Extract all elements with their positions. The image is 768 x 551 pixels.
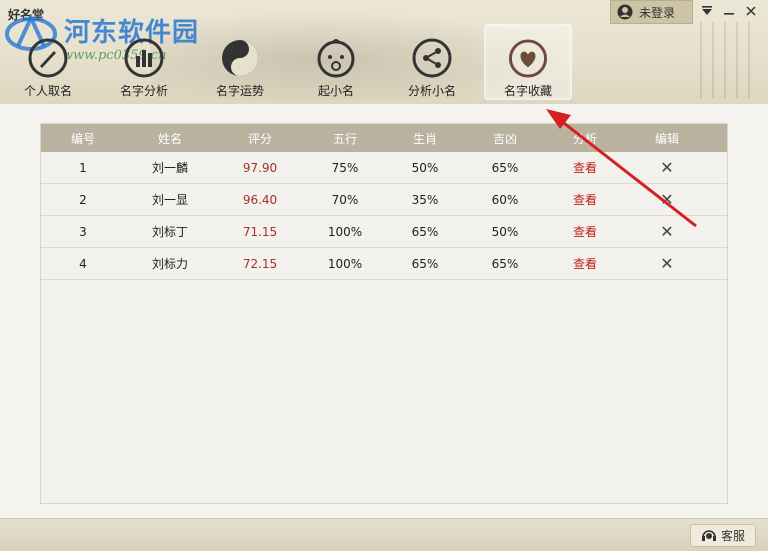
- cell-id: 3: [79, 224, 87, 239]
- headset-icon: [701, 529, 716, 541]
- delete-icon[interactable]: ✕: [660, 190, 673, 209]
- cell-wuxing: 75%: [331, 160, 359, 175]
- nav-label: 名字运势: [215, 84, 264, 98]
- login-label: 未登录: [639, 5, 676, 20]
- table-row: 1 刘一麟 97.90 75% 50% 65% 查看 ✕: [41, 152, 727, 184]
- minimize-button[interactable]: [720, 2, 738, 20]
- heart-icon: [508, 39, 548, 78]
- cell-name: 刘一麟: [151, 161, 188, 175]
- nav-name-fortune[interactable]: 名字运势: [196, 24, 284, 100]
- cell-score: 96.40: [242, 192, 278, 207]
- cell-jixiong: 65%: [491, 160, 519, 175]
- close-window-button[interactable]: [742, 2, 760, 20]
- cell-id: 1: [79, 160, 87, 175]
- service-label: 客服: [720, 529, 745, 543]
- favorites-table: 编号 姓名 评分 五行 生肖 吉凶 分析 编辑 1 刘一麟 97.90 75% …: [40, 123, 728, 504]
- cell-score: 72.15: [242, 256, 278, 271]
- nav-label: 分析小名: [407, 84, 456, 98]
- nav-label: 名字收藏: [503, 84, 552, 98]
- table-row: 2 刘一显 96.40 70% 35% 60% 查看 ✕: [41, 184, 727, 216]
- minimize-icon: [724, 13, 734, 15]
- customer-service-button[interactable]: 客服: [690, 524, 756, 547]
- table-row: 3 刘标丁 71.15 100% 65% 50% 查看 ✕: [41, 216, 727, 248]
- nav-label: 名字分析: [119, 84, 168, 98]
- cell-score: 97.90: [242, 160, 278, 175]
- cell-id: 2: [79, 192, 87, 207]
- nav-nickname[interactable]: 起小名: [292, 24, 380, 100]
- col-header-jixiong: 吉凶: [492, 131, 517, 146]
- cell-wuxing: 70%: [331, 192, 359, 207]
- table-header: 编号 姓名 评分 五行 生肖 吉凶 分析 编辑: [41, 124, 727, 152]
- nav-personal-naming[interactable]: 个人取名: [4, 24, 92, 100]
- cell-score: 71.15: [242, 224, 278, 239]
- view-analysis-link[interactable]: 查看: [573, 161, 597, 175]
- col-header-shengxiao: 生肖: [412, 131, 437, 146]
- col-header-name: 姓名: [157, 131, 182, 146]
- col-header-edit: 编辑: [654, 131, 679, 146]
- delete-icon[interactable]: ✕: [660, 254, 673, 273]
- menu-dropdown-button[interactable]: [698, 2, 716, 20]
- dropdown-icon: [702, 6, 712, 15]
- cell-name: 刘标丁: [151, 225, 188, 239]
- cell-jixiong: 50%: [491, 224, 519, 239]
- cell-name: 刘标力: [151, 257, 188, 271]
- col-header-score: 评分: [247, 131, 272, 146]
- cell-id: 4: [79, 256, 87, 271]
- main-nav: 个人取名 名字分析 名字运势 起小名 分析小名 名字收藏: [0, 24, 600, 102]
- col-header-id: 编号: [70, 131, 95, 146]
- nav-name-analysis[interactable]: 名字分析: [100, 24, 188, 100]
- bottom-bar: 客服: [0, 518, 768, 551]
- nav-analyze-nickname[interactable]: 分析小名: [388, 24, 476, 100]
- delete-icon[interactable]: ✕: [660, 158, 673, 177]
- cell-shengxiao: 50%: [411, 160, 439, 175]
- calligraphy-decoration: [700, 22, 760, 98]
- nav-label: 个人取名: [23, 84, 72, 98]
- cell-shengxiao: 65%: [411, 224, 439, 239]
- delete-icon[interactable]: ✕: [660, 222, 673, 241]
- close-icon: [746, 6, 756, 16]
- bar-chart-icon: [124, 38, 164, 78]
- share-icon: [412, 38, 452, 78]
- cell-jixiong: 60%: [491, 192, 519, 207]
- view-analysis-link[interactable]: 查看: [573, 193, 597, 207]
- table-row: 4 刘标力 72.15 100% 65% 65% 查看 ✕: [41, 248, 727, 280]
- view-analysis-link[interactable]: 查看: [573, 225, 597, 239]
- cell-wuxing: 100%: [327, 224, 363, 239]
- cell-shengxiao: 35%: [411, 192, 439, 207]
- col-header-wuxing: 五行: [332, 131, 357, 146]
- cell-name: 刘一显: [151, 193, 188, 207]
- nav-label: 起小名: [317, 84, 354, 98]
- cell-wuxing: 100%: [327, 256, 363, 271]
- user-icon: [617, 4, 633, 20]
- yin-yang-icon: [222, 40, 258, 76]
- pen-icon: [28, 38, 68, 78]
- cell-jixiong: 65%: [491, 256, 519, 271]
- baby-icon: [317, 39, 355, 78]
- nav-name-favorites[interactable]: 名字收藏: [484, 24, 572, 100]
- cell-shengxiao: 65%: [411, 256, 439, 271]
- view-analysis-link[interactable]: 查看: [573, 257, 597, 271]
- login-button[interactable]: 未登录: [610, 0, 693, 24]
- col-header-analysis: 分析: [572, 131, 597, 146]
